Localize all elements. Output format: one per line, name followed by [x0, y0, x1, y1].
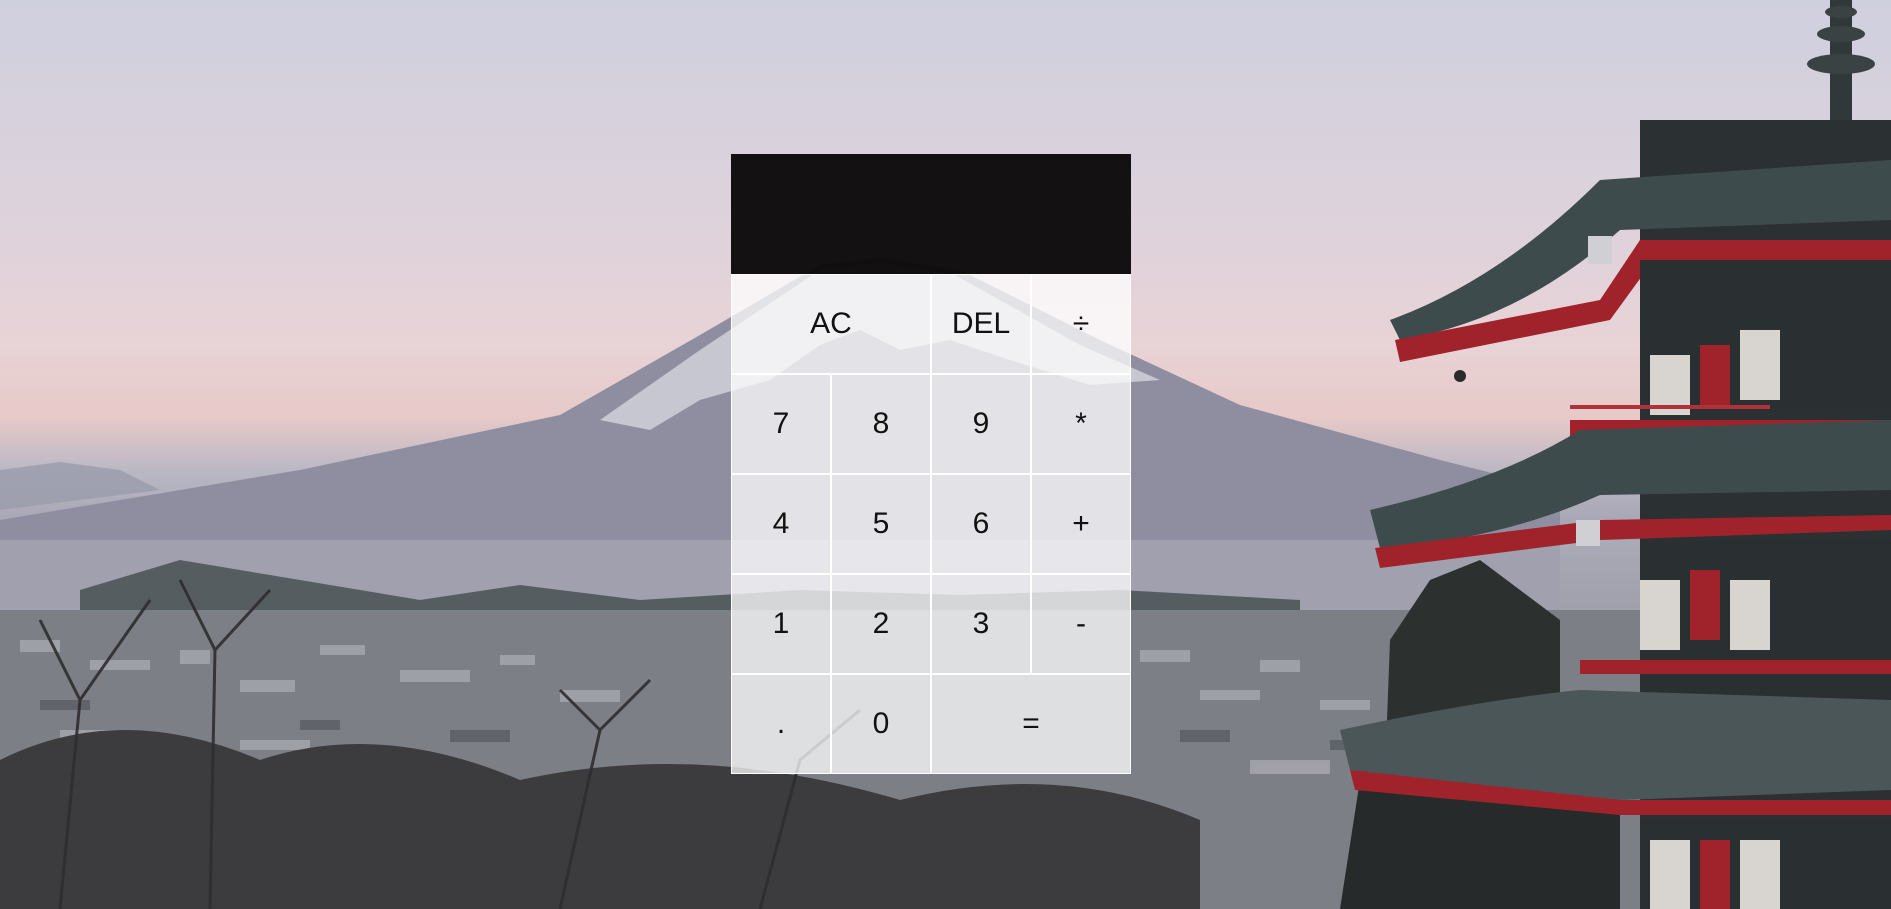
- digit-3-button[interactable]: 3: [931, 574, 1031, 674]
- all-clear-button[interactable]: AC: [731, 274, 931, 374]
- digit-1-button[interactable]: 1: [731, 574, 831, 674]
- digit-6-button[interactable]: 6: [931, 474, 1031, 574]
- digit-0-button[interactable]: 0: [831, 674, 931, 774]
- delete-button[interactable]: DEL: [931, 274, 1031, 374]
- divide-button[interactable]: ÷: [1031, 274, 1131, 374]
- digit-8-button[interactable]: 8: [831, 374, 931, 474]
- subtract-button[interactable]: -: [1031, 574, 1131, 674]
- equals-button[interactable]: =: [931, 674, 1131, 774]
- add-button[interactable]: +: [1031, 474, 1131, 574]
- calculator-display: [731, 154, 1131, 274]
- background-photo: AC DEL ÷ 7 8 9 * 4 5 6 + 1 2 3 - . 0 =: [0, 0, 1891, 909]
- digit-2-button[interactable]: 2: [831, 574, 931, 674]
- calculator-grid: AC DEL ÷ 7 8 9 * 4 5 6 + 1 2 3 - . 0 =: [731, 154, 1131, 774]
- digit-7-button[interactable]: 7: [731, 374, 831, 474]
- digit-9-button[interactable]: 9: [931, 374, 1031, 474]
- digit-4-button[interactable]: 4: [731, 474, 831, 574]
- digit-5-button[interactable]: 5: [831, 474, 931, 574]
- decimal-button[interactable]: .: [731, 674, 831, 774]
- multiply-button[interactable]: *: [1031, 374, 1131, 474]
